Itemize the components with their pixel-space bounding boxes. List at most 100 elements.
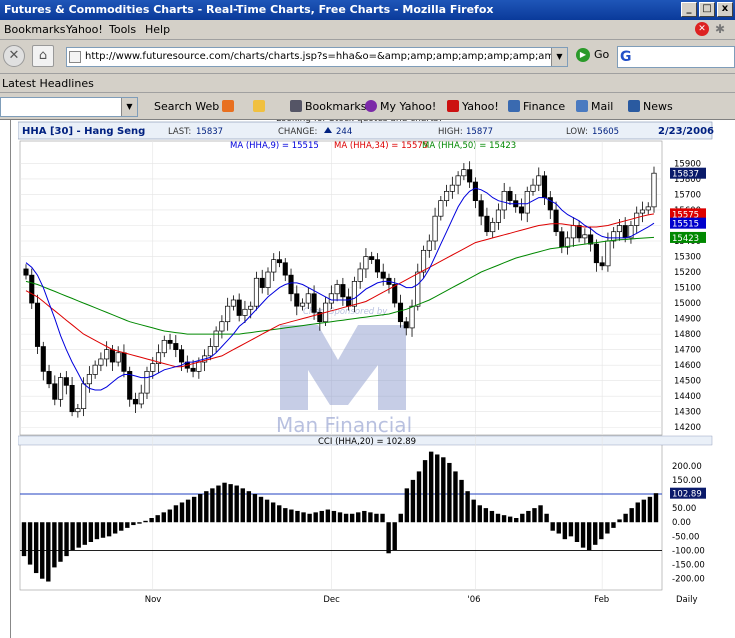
candle-body — [242, 308, 248, 316]
x-unit-label: Daily — [676, 595, 698, 605]
latest-headlines-link[interactable]: Latest Headlines — [2, 77, 94, 90]
cci-bar — [82, 522, 87, 545]
candle-body — [196, 361, 202, 372]
cci-title: CCI (HHA,20) = 102.89 — [318, 437, 416, 447]
gear-icon[interactable]: ✱ — [715, 22, 729, 36]
bookmarks-button[interactable]: Bookmarks — [290, 100, 366, 113]
news-label: News — [643, 100, 673, 113]
candle-body — [432, 215, 438, 242]
cci-bar — [167, 509, 173, 523]
yahoo-button[interactable]: Yahoo! — [447, 100, 499, 113]
cci-bar — [562, 522, 568, 540]
menu-bar: Bookmarks Yahoo! Tools Help ✕ ✱ — [0, 20, 735, 40]
candle-body — [484, 215, 490, 233]
candle-body — [622, 225, 628, 239]
highlight-icon[interactable] — [253, 100, 268, 113]
menu-help[interactable]: Help — [145, 23, 170, 36]
maximize-button[interactable]: □ — [699, 2, 715, 17]
candle-body — [570, 225, 576, 239]
cci-bar — [234, 485, 239, 523]
cci-bar — [246, 491, 252, 523]
candle-body — [282, 262, 288, 276]
crosshair-icon[interactable] — [222, 100, 237, 113]
menu-tools[interactable]: Tools — [109, 23, 136, 36]
menu-bookmarks[interactable]: Bookmarks — [4, 23, 65, 36]
cci-bar — [307, 513, 312, 523]
mail-button[interactable]: Mail — [576, 100, 613, 113]
minimize-button[interactable]: _ — [681, 2, 697, 17]
cci-bar — [599, 522, 604, 540]
address-url: http://www.futuresource.com/charts/chart… — [85, 51, 567, 62]
cci-bar — [191, 496, 197, 523]
chevron-down-icon[interactable]: ▼ — [551, 48, 567, 66]
finance-label: Finance — [523, 100, 566, 113]
ma50-label: MA (HHA,50) = 15423 — [422, 141, 516, 151]
address-bar[interactable]: http://www.futuresource.com/charts/chart… — [66, 47, 568, 67]
cci-bar — [362, 510, 367, 523]
search-box[interactable]: G — [617, 46, 735, 68]
cci-bar — [106, 522, 112, 537]
cci-bar — [21, 522, 27, 557]
cci-bar — [544, 513, 549, 523]
candle-body — [495, 209, 501, 223]
candle-body — [265, 271, 271, 288]
cci-bar — [635, 502, 640, 523]
candle-body — [121, 352, 127, 372]
cci-bar — [629, 508, 634, 523]
cci-bar — [404, 488, 410, 523]
candle-body — [490, 222, 496, 233]
go-button[interactable]: ▶ Go — [576, 48, 609, 62]
cci-bar — [331, 510, 337, 523]
cci-bar — [240, 488, 245, 523]
cci-bar — [88, 522, 94, 542]
candle-body — [409, 305, 415, 329]
candle-body — [530, 184, 536, 192]
high-value: 15877 — [466, 127, 493, 137]
cci-bar — [483, 508, 489, 523]
cci-bar — [313, 512, 318, 523]
chevron-down-icon[interactable]: ▼ — [121, 98, 137, 116]
cci-bar — [264, 499, 270, 523]
candle-body — [34, 302, 41, 347]
cci-bar — [641, 499, 647, 523]
home-icon[interactable]: ⌂ — [32, 45, 54, 67]
candle-body — [167, 339, 173, 344]
stop-icon[interactable]: ✕ — [695, 22, 709, 36]
candle-body — [271, 259, 277, 273]
main-y-tick: 14300 — [674, 408, 701, 418]
candle-body — [582, 234, 588, 239]
candle-body — [86, 374, 92, 385]
candle-body — [340, 284, 346, 298]
cci-bar — [325, 509, 331, 523]
candle-body — [472, 181, 478, 202]
finance-button[interactable]: Finance — [508, 100, 565, 113]
cci-bar — [270, 502, 276, 523]
candle-body — [380, 271, 386, 279]
main-y-tick: 14800 — [674, 330, 701, 340]
candle-body — [346, 296, 352, 307]
candle-body — [651, 172, 657, 208]
candle-body — [69, 384, 75, 413]
cci-bar — [556, 522, 561, 534]
cci-bar — [653, 493, 659, 523]
my-yahoo-button[interactable]: My Yahoo! — [365, 100, 436, 113]
close-button[interactable]: x — [717, 2, 733, 17]
candle-body — [104, 349, 110, 360]
cci-bar — [495, 513, 501, 523]
right-scroll-area[interactable] — [716, 120, 735, 638]
candle-body — [536, 175, 542, 186]
candle-body — [23, 268, 29, 276]
search-web-button[interactable]: Search Web — [154, 100, 219, 113]
candle-body — [52, 383, 58, 400]
main-y-tick: 14700 — [674, 346, 701, 356]
cci-bar — [64, 522, 69, 557]
cci-bar — [137, 522, 142, 524]
cci-bar — [435, 454, 440, 523]
stop-loading-icon[interactable]: ✕ — [3, 45, 25, 67]
cci-y-tick: -150.00 — [672, 561, 705, 571]
news-button[interactable]: News — [628, 100, 673, 113]
menu-yahoo[interactable]: Yahoo! — [66, 23, 103, 36]
candle-body — [438, 200, 444, 217]
yahoo-search-input[interactable]: ▼ — [0, 97, 138, 117]
main-y-tick: 14400 — [674, 392, 701, 402]
